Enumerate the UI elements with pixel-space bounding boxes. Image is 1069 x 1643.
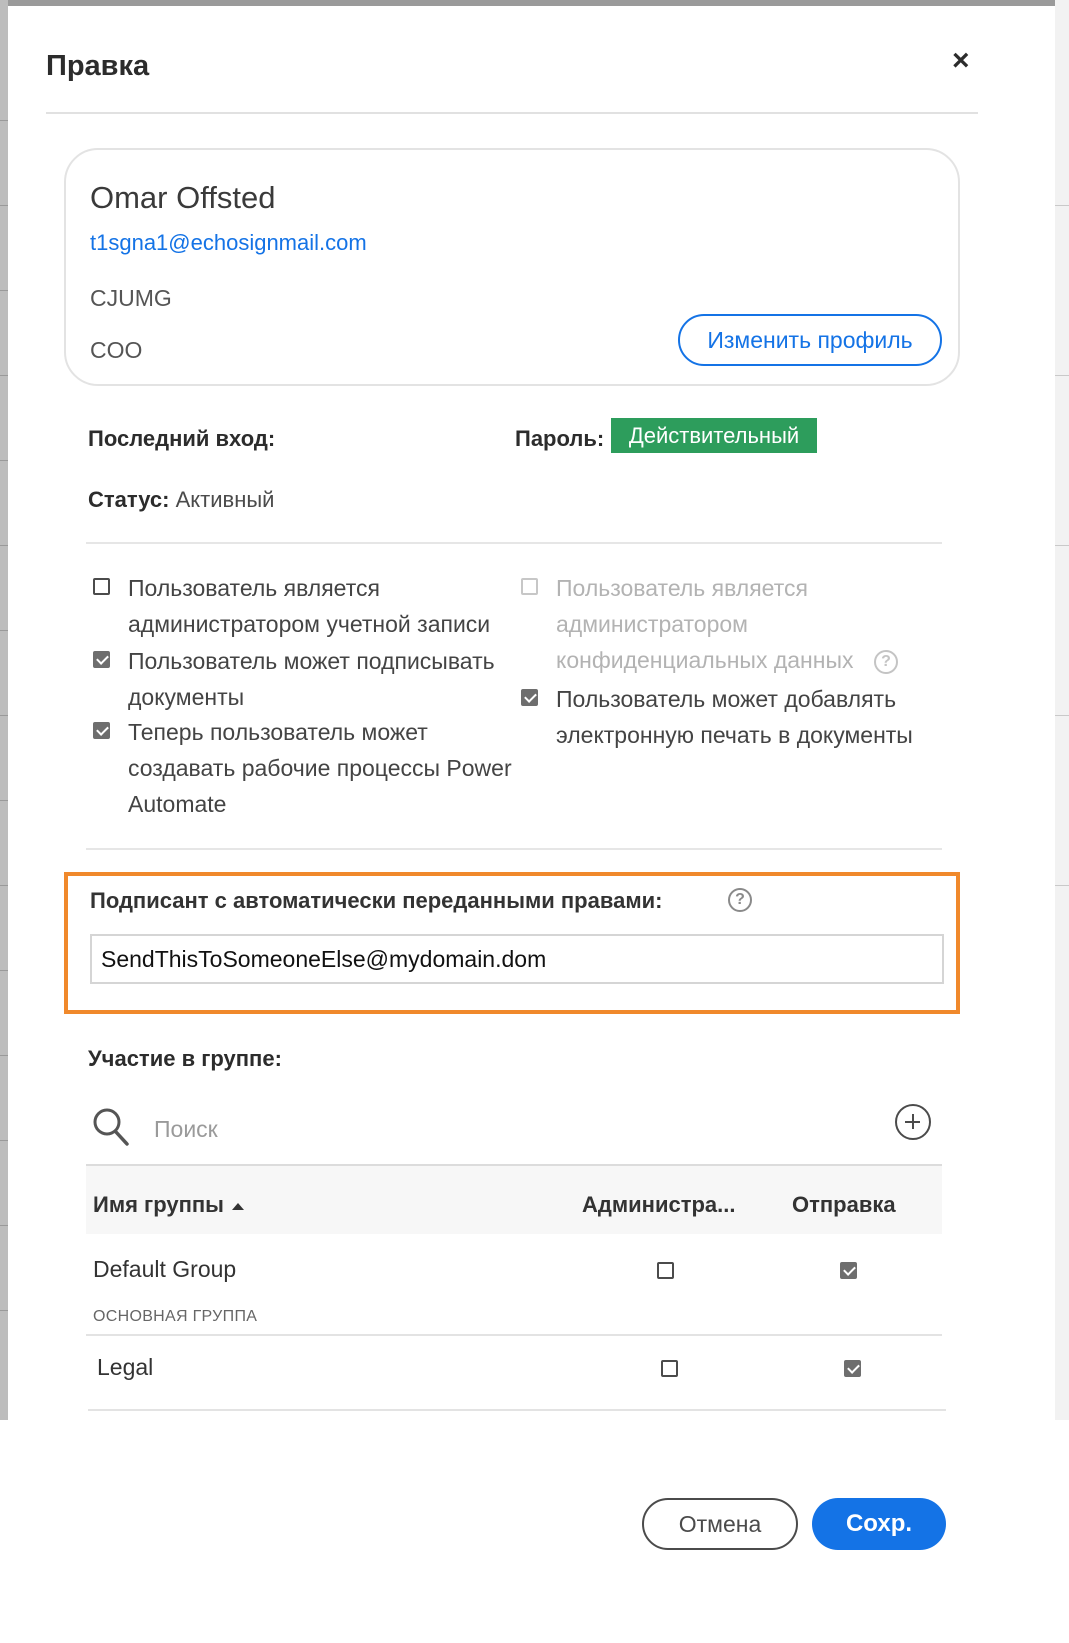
can-sign-label-line: Пользователь может подписывать [128,648,495,674]
column-send: Отправка [792,1192,896,1217]
electronic-seal-label-line: электронную печать в документы [556,722,913,748]
background-divider [1055,715,1069,716]
can-sign-label: Пользователь может подписывать документы [128,643,495,715]
status-label: Статус: [88,487,170,512]
background-divider [0,885,8,886]
profile-card: Omar Offsted t1sgna1@echosignmail.com CJ… [64,148,960,386]
table-row-divider [88,1409,946,1411]
column-group-name-label: Имя группы [93,1192,224,1217]
electronic-seal-label-line: Пользователь может добавлять [556,686,897,712]
password-label: Пароль: [515,426,605,451]
background-divider [0,1225,8,1226]
dialog-title: Правка [46,50,150,82]
background-page-right [1055,0,1069,1420]
background-divider [0,290,8,291]
delegate-help-icon[interactable]: ? [728,888,752,912]
primary-group-label: ОСНОВНАЯ ГРУППА [93,1308,258,1325]
power-automate-label-line: Automate [128,791,227,817]
status-value: Активный [175,487,275,512]
section-divider [86,542,942,544]
status-line: Статус: Активный [88,487,274,513]
table-row-divider [86,1334,942,1336]
column-group-name[interactable]: Имя группы [93,1192,244,1218]
background-divider [1055,545,1069,546]
profile-organization: CJUMG [90,285,172,311]
add-group-icon[interactable] [895,1104,931,1140]
profile-name: Omar Offsted [90,180,276,215]
account-admin-checkbox[interactable] [93,578,110,595]
account-admin-label-line: администратором учетной записи [128,611,491,637]
close-icon[interactable]: × [952,44,970,78]
delegate-signer-highlight: Подписант с автоматически переданными пр… [64,872,960,1014]
profile-role: COO [90,337,143,363]
power-automate-label: Теперь пользователь может создавать рабо… [128,714,512,822]
search-icon [93,1108,129,1146]
edit-user-dialog: Правка × Omar Offsted t1sgna1@echosignma… [8,6,1054,1643]
background-divider [0,1310,8,1311]
privacy-admin-label-line: Пользователь является [556,575,808,601]
privacy-admin-label: Пользователь является администратором ко… [556,570,853,678]
group-admin-checkbox[interactable] [657,1262,674,1279]
group-membership-title: Участие в группе: [88,1046,282,1071]
background-divider [1055,885,1069,886]
privacy-admin-checkbox[interactable] [521,578,538,595]
background-divider [0,800,8,801]
profile-email: t1sgna1@echosignmail.com [90,230,367,255]
power-automate-label-line: создавать рабочие процессы Power [128,755,512,781]
account-admin-label-line: Пользователь является [128,575,380,601]
last-login-label: Последний вход: [88,426,276,451]
sort-ascending-icon [231,1202,244,1210]
background-page-left [0,0,8,1420]
group-send-checkbox[interactable] [840,1262,857,1279]
cancel-button[interactable]: Отмена [642,1498,798,1550]
background-divider [1055,375,1069,376]
group-search-input[interactable]: Поиск [154,1116,218,1143]
privacy-admin-label-line: администратором [556,611,748,637]
power-automate-label-line: Теперь пользователь может [128,719,428,745]
background-divider [1055,205,1069,206]
background-divider [0,970,8,971]
background-divider [0,545,8,546]
electronic-seal-checkbox[interactable] [521,689,538,706]
delegate-signer-label: Подписант с автоматически переданными пр… [90,888,663,913]
group-send-checkbox[interactable] [844,1360,861,1377]
background-divider [0,1055,8,1056]
account-admin-label: Пользователь является администратором уч… [128,570,490,642]
password-status-badge: Действительный [611,418,817,453]
can-sign-checkbox[interactable] [93,651,110,668]
section-divider [86,848,942,850]
background-divider [0,375,8,376]
background-divider [0,1140,8,1141]
column-admin: Администра... [582,1192,736,1217]
delegate-signer-input[interactable] [90,934,944,984]
privacy-admin-label-line: конфиденциальных данных [556,647,854,673]
can-sign-label-line: документы [128,684,245,710]
background-divider [0,460,8,461]
electronic-seal-label: Пользователь может добавлять электронную… [556,681,913,753]
background-divider [0,630,8,631]
background-divider [0,205,8,206]
privacy-admin-help-icon[interactable]: ? [874,650,898,674]
group-admin-checkbox[interactable] [661,1360,678,1377]
power-automate-checkbox[interactable] [93,722,110,739]
group-row-name: Legal [97,1354,154,1380]
background-divider [0,715,8,716]
edit-profile-button[interactable]: Изменить профиль [678,314,942,366]
groups-table-header: Имя группы Администра... Отправка [86,1166,942,1234]
save-button[interactable]: Сохр. [812,1498,946,1550]
title-divider [46,112,978,114]
background-divider [0,120,8,121]
group-row-name: Default Group [93,1256,237,1282]
